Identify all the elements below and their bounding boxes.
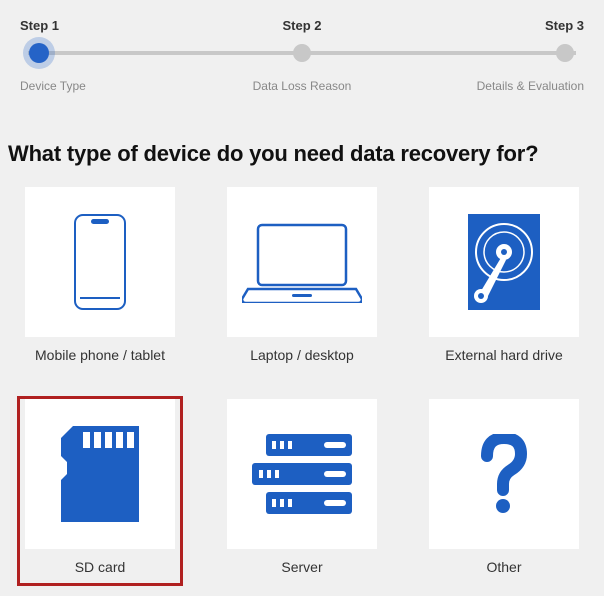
tile-external-label: External hard drive — [445, 347, 563, 363]
tile-external[interactable]: External hard drive — [424, 187, 584, 371]
hard-drive-icon — [468, 214, 540, 310]
tile-other[interactable]: Other — [424, 399, 584, 583]
step-3-top-label: Step 3 — [474, 18, 584, 33]
step-3-dot[interactable] — [556, 44, 574, 62]
page-title: What type of device do you need data rec… — [8, 141, 596, 167]
stepper-track — [28, 41, 576, 65]
device-grid: Mobile phone / tablet Laptop / desktop — [0, 187, 604, 583]
tile-mobile-label: Mobile phone / tablet — [35, 347, 165, 363]
tile-server[interactable]: Server — [222, 399, 382, 583]
step-2-dot[interactable] — [293, 44, 311, 62]
tile-sdcard-label: SD card — [75, 559, 126, 575]
mobile-phone-icon — [74, 214, 126, 310]
laptop-icon — [242, 221, 362, 303]
sd-card-icon — [61, 426, 139, 522]
step-2-top-label: Step 2 — [247, 18, 357, 33]
step-2-bottom-label: Data Loss Reason — [232, 79, 372, 93]
question-mark-icon — [479, 434, 529, 514]
step-1-dot[interactable] — [29, 43, 49, 63]
tile-laptop[interactable]: Laptop / desktop — [222, 187, 382, 371]
step-1-bottom-label: Device Type — [20, 79, 160, 93]
tile-laptop-label: Laptop / desktop — [250, 347, 354, 363]
tile-server-label: Server — [281, 559, 322, 575]
tile-sdcard[interactable]: SD card — [20, 399, 180, 583]
tile-other-label: Other — [486, 559, 521, 575]
step-1-top-label: Step 1 — [20, 18, 130, 33]
tile-mobile[interactable]: Mobile phone / tablet — [20, 187, 180, 371]
step-3-bottom-label: Details & Evaluation — [444, 79, 584, 93]
progress-stepper: Step 1 Step 2 Step 3 Device Type Data Lo… — [0, 0, 604, 103]
server-icon — [252, 434, 352, 514]
